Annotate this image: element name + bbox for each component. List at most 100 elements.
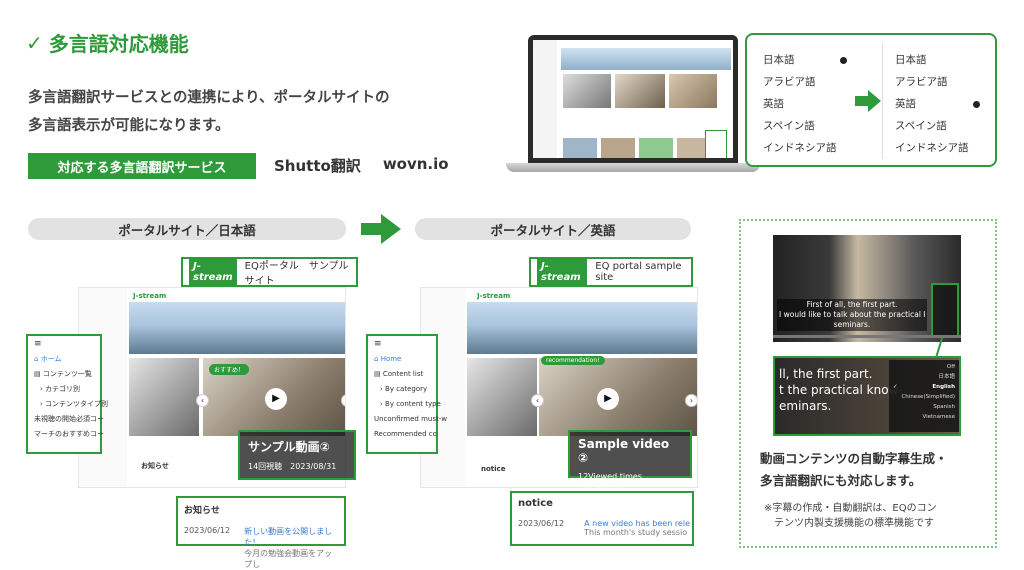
subtitle-description-line-1: 動画コンテンツの自動字幕生成・ [760,451,948,466]
notice-title[interactable]: A new video has been rele [584,519,690,528]
subtitle-menu-zoom: ll, the first part. t the practical know… [773,356,961,436]
subtitle-option[interactable]: 日本語 [893,372,955,382]
nav-item-unconfirmed[interactable]: Unconfirmed must-w [368,412,447,427]
notice-date: 2023/06/12 [518,519,565,528]
subtitle-note-line-1: ※字幕の作成・自動翻訳は、EQのコン [764,503,937,514]
menu-icon[interactable]: ≡ [28,336,100,352]
laptop-portal-preview [533,40,733,158]
services-label: 対応する多言語翻訳サービス [28,153,256,179]
mini-logo: J-stream [133,292,167,300]
service-name-shutto: Shutto翻訳 [274,157,361,175]
subtitle-option[interactable]: Off [893,362,955,372]
nav-menu-callout: ≡ ⌂ ホーム ▤ コンテンツ一覧 › カテゴリ別 › コンテンツタイプ別 未視… [26,334,108,454]
nav-item-content-list[interactable]: ▤ コンテンツ一覧 [28,367,100,382]
video-meta: 12Viewed times 2023/08/31 [578,472,650,491]
subtitle-description: 動画コンテンツの自動字幕生成・ 多言語翻訳にも対応します。 [760,448,990,492]
nav-item-home[interactable]: ⌂ ホーム [28,352,100,367]
page-title: ✓ 多言語対応機能 [26,28,189,57]
selected-dot-icon [973,101,980,108]
arrow-right-icon [855,90,881,112]
site-title: EQ portal sample site [595,261,682,283]
nav-item-content-list[interactable]: ▤ Content list [368,367,436,382]
video-caption-callout: Sample video ② 12Viewed times 2023/08/31 [568,430,692,491]
list-icon: ▤ [34,370,41,378]
description-line-2: 多言語表示が可能になります。 [28,118,230,134]
nav-item-category[interactable]: › By category [368,382,436,397]
divider [882,43,883,159]
notice-body: 今月の勉強会動画をアップし [244,549,333,569]
check-icon: ✓ [26,30,43,55]
lang-option[interactable]: アラビア語 [763,71,837,93]
subtitle-option[interactable]: Chinese(Simplified) [893,392,955,402]
next-arrow-icon[interactable]: › [685,394,697,407]
page-title-text: 多言語対応機能 [48,32,189,56]
play-icon[interactable]: ▶ [597,388,619,410]
left-screen-header: ポータルサイト／日本語 [28,218,346,240]
subtitle-description-line-2: 多言語翻訳にも対応します。 [760,473,922,488]
mini-logo: J-stream [477,292,511,300]
laptop-base [506,163,760,172]
video-title: Sample video ② [578,437,670,465]
subtitle-menu-highlight[interactable] [931,283,959,337]
lang-option[interactable]: 英語 [895,93,969,115]
notice-date: 2023/06/12 [184,526,231,535]
notice-heading: notice [518,498,553,509]
nav-item-recommended[interactable]: Recommended content [368,427,436,439]
description-line-1: 多言語翻訳サービスとの連携により、ポータルサイトの [28,90,390,106]
notice-title[interactable]: 新しい動画を公開しました！ [244,526,338,548]
subtitle-language-menu[interactable]: Off 日本語 ✓ English Chinese(Simplified) Spa… [889,360,959,432]
lang-option[interactable]: スペイン語 [895,115,969,137]
site-header-callout: J-stream EQポータル サンプルサイト [181,257,358,287]
home-icon: ⌂ [374,355,379,363]
mini-notice-heading: notice [481,465,506,473]
site-header-callout: J-stream EQ portal sample site [529,257,693,287]
nav-item-home[interactable]: ⌂ Home [368,352,436,367]
language-switch-panel: 日本語 アラビア語 英語 スペイン語 インドネシア語 日本語 アラビア語 英語 … [745,33,997,167]
lang-option[interactable]: 日本語 [763,49,837,71]
subtitle-note: ※字幕の作成・自動翻訳は、EQのコン テンツ内製支援機能の標準機能です [764,501,992,531]
play-icon[interactable]: ▶ [265,388,287,410]
nav-item-recommended[interactable]: マーチのおすすめコー [28,427,104,442]
subtitle-video-player[interactable]: First of all, the first part. I would li… [773,235,961,342]
description: 多言語翻訳サービスとの連携により、ポータルサイトの 多言語表示が可能になります。 [28,84,448,140]
video-title: サンプル動画② [248,440,330,454]
prev-arrow-icon[interactable]: ‹ [196,394,209,407]
nav-item-unwatched[interactable]: 未視聴の開始必須コー [28,412,104,427]
language-list-after: 日本語 アラビア語 英語 スペイン語 インドネシア語 [895,49,969,159]
arrow-right-icon [361,214,401,244]
lang-option[interactable]: スペイン語 [763,115,837,137]
right-screen-header: ポータルサイト／英語 [415,218,691,240]
list-icon: ▤ [374,370,381,378]
lang-option[interactable]: 英語 [763,93,837,115]
nav-item-content-type[interactable]: › By content type [368,397,441,412]
subtitle-caption-zoomed: ll, the first part. t the practical know… [779,367,903,413]
notice-row[interactable]: 2023/06/12 新しい動画を公開しました！ 今月の勉強会動画をアップし [184,526,338,570]
subtitle-option-selected[interactable]: ✓ English [893,382,955,392]
service-name-wovn: wovn.io [382,155,449,173]
subtitle-option[interactable]: Spanish [893,402,955,412]
prev-arrow-icon[interactable]: ‹ [531,394,544,407]
nav-item-category[interactable]: › カテゴリ別 [28,382,100,397]
home-icon: ⌂ [34,355,39,363]
subtitle-option[interactable]: Vietnamese [893,412,955,422]
language-list-before: 日本語 アラビア語 英語 スペイン語 インドネシア語 [763,49,837,159]
site-title: EQポータル サンプルサイト [244,261,349,287]
subtitle-caption: First of all, the first part. I would li… [777,299,927,331]
notice-row[interactable]: 2023/06/12 A new video has been rele Thi… [518,519,690,537]
notice-callout: notice 2023/06/12 A new video has been r… [510,491,694,546]
video-meta: 14回視聴 2023/08/31 [248,462,337,471]
nav-item-content-type[interactable]: › コンテンツタイプ別 [28,397,108,412]
check-icon: ✓ [893,384,898,390]
badge: おすすめ！ [209,364,250,375]
logo: J-stream [537,259,588,285]
mini-notice-heading: お知らせ [141,462,169,470]
connector-line [935,338,943,358]
lang-option[interactable]: アラビア語 [895,71,969,93]
menu-icon[interactable]: ≡ [368,336,436,352]
notice-callout: お知らせ 2023/06/12 新しい動画を公開しました！ 今月の勉強会動画をア… [176,496,346,569]
lang-option[interactable]: インドネシア語 [895,137,969,159]
nav-menu-callout: ≡ ⌂ Home ▤ Content list › By category › … [366,334,447,454]
lang-option[interactable]: インドネシア語 [763,137,837,159]
lang-option[interactable]: 日本語 [895,49,969,71]
selected-dot-icon [840,57,847,64]
